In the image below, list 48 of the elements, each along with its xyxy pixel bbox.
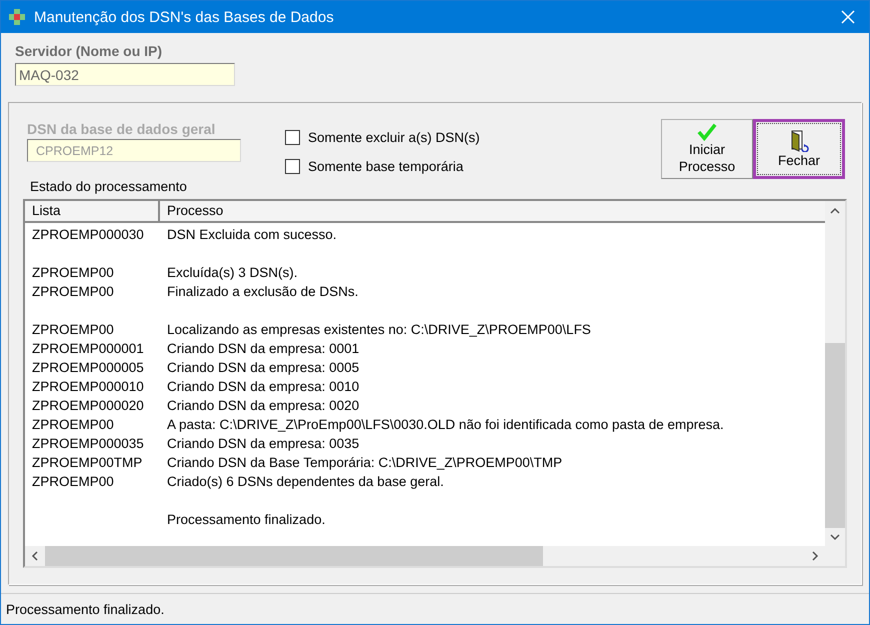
door-icon: [789, 130, 809, 152]
table-cell-text: Criando DSN da empresa: 0005: [166, 359, 360, 377]
window-title: Manutenção dos DSN's das Bases de Dados: [34, 8, 335, 26]
table-cell-text: Criando DSN da empresa: 0020: [166, 397, 360, 415]
field-label: Servidor (Nome ou IP): [15, 43, 164, 59]
checkbox-option[interactable]: Somente base temporária: [285, 159, 480, 174]
table-cell-text: ZPROEMP000020: [31, 397, 145, 415]
table-cell-text: ZPROEMP00: [31, 416, 115, 434]
scroll-down-icon[interactable]: [830, 532, 840, 542]
server-field[interactable]: MAQ-032: [15, 63, 235, 86]
table-cell-text: Localizando as empresas existentes no: C:\DRIVE_Z\PROEMP00\LFS: [166, 321, 591, 339]
close-icon[interactable]: [841, 10, 855, 24]
table-cell-text: ZPROEMP000001: [31, 340, 145, 358]
list-label: Estado do processamento: [30, 179, 188, 194]
checkbox[interactable]: [285, 159, 300, 174]
status-text: Processamento finalizado.: [6, 602, 164, 616]
table-cell-text: ZPROEMP00: [31, 473, 115, 491]
close-button[interactable]: Fechar: [753, 119, 845, 179]
checkbox-option[interactable]: Somente excluir a(s) DSN(s): [285, 130, 480, 145]
table-cell-text: Processamento finalizado.: [166, 511, 326, 529]
checkbox[interactable]: [285, 130, 300, 145]
table-cell-text: DSN Excluida com sucesso.: [166, 226, 337, 244]
column-header[interactable]: Processo: [160, 201, 224, 221]
checkmark-icon: [696, 123, 718, 141]
scroll-up-icon[interactable]: [830, 206, 840, 216]
table-cell-text: Criado(s) 6 DSNs dependentes da base geral.: [166, 473, 444, 491]
table-cell-text: ZPROEMP00TMP: [31, 454, 144, 472]
table-cell-text: Excluída(s) 3 DSN(s).: [166, 264, 298, 282]
column-header[interactable]: Lista: [25, 201, 160, 221]
table-cell-text: Criando DSN da empresa: 0001: [166, 340, 360, 358]
scroll-left-icon[interactable]: [30, 551, 40, 561]
table-cell-text: ZPROEMP000030: [31, 226, 145, 244]
field-label: DSN da base de dados geral: [27, 121, 216, 137]
table-cell-text: ZPROEMP000005: [31, 359, 145, 377]
table-cell-text: ZPROEMP00: [31, 283, 115, 301]
table-cell-text: ZPROEMP00: [31, 321, 115, 339]
table-cell-text: ZPROEMP000010: [31, 378, 145, 396]
table-cell-text: Criando DSN da empresa: 0010: [166, 378, 360, 396]
table-cell-text: A pasta: C:\DRIVE_Z\ProEmp00\LFS\0030.OLD não foi identificada como pasta de empresa.: [166, 416, 724, 434]
start-button[interactable]: Iniciar Processo: [661, 119, 753, 179]
table-cell-text: Finalizado a exclusão de DSNs.: [166, 283, 358, 301]
table-cell-text: Criando DSN da Base Temporária: C:\DRIVE_Z\PROEMP00\TMP: [166, 454, 562, 472]
table-cell-text: ZPROEMP00: [31, 264, 115, 282]
table-cell-text: Criando DSN da empresa: 0035: [166, 435, 360, 453]
horizontal-scrollbar[interactable]: [25, 546, 825, 566]
app-icon: [8, 8, 26, 26]
scroll-right-icon[interactable]: [810, 551, 820, 561]
table-cell-text: ZPROEMP000035: [31, 435, 145, 453]
